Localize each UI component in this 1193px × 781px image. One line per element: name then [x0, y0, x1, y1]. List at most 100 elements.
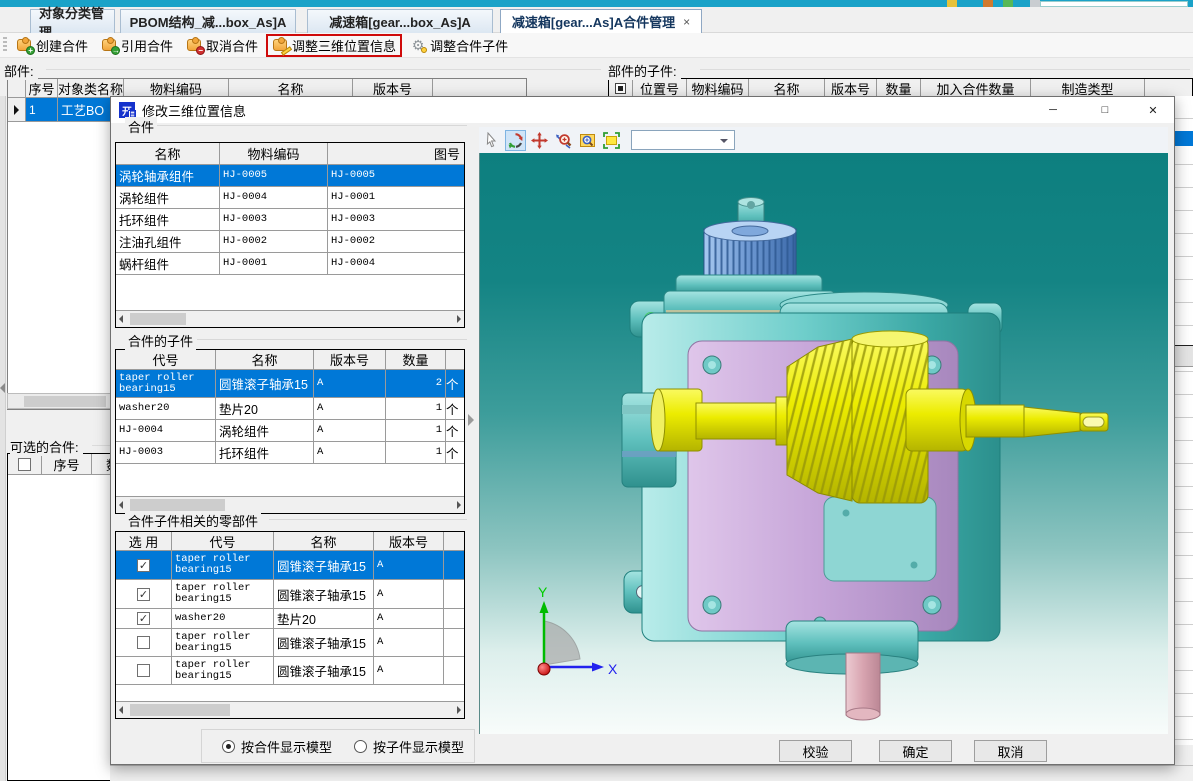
col-name[interactable]: 名称 [274, 532, 374, 550]
col-mfg-type[interactable]: 制造类型 [1031, 79, 1145, 97]
button-label: 创建合件 [36, 36, 88, 55]
table-row[interactable]: ✓ taper roller bearing15 圆锥滚子轴承15 A [116, 580, 464, 609]
table-row[interactable]: 涡轮组件 HJ-0004 HJ-0001 [116, 187, 464, 209]
col-qty[interactable]: 数量 [386, 350, 446, 369]
col-selected[interactable]: 选 用 [116, 532, 172, 550]
table-row[interactable]: HJ-0004 涡轮组件 A 1 个 [116, 420, 464, 442]
assembly-table-hscroll[interactable] [116, 310, 464, 327]
select-all-header[interactable] [8, 454, 42, 474]
adjust-3d-position-button[interactable]: 调整三维位置信息 [266, 34, 402, 57]
col-code[interactable]: 物料编码 [124, 79, 229, 97]
pan-view-button[interactable] [529, 130, 550, 151]
scroll-left-icon[interactable] [119, 315, 123, 323]
col-version[interactable]: 版本号 [314, 350, 386, 369]
zoom-dynamic-button[interactable] [553, 130, 574, 151]
tab-label: 减速箱[gear...box_As]A [329, 12, 471, 31]
tab-assembly-management[interactable]: 减速箱[gear...As]A合件管理 × [500, 9, 702, 33]
toolbar-grip[interactable] [3, 37, 7, 53]
related-parts-hscroll[interactable] [116, 701, 464, 718]
table-row[interactable]: ✓ washer20 垫片20 A [116, 609, 464, 629]
scroll-thumb[interactable] [130, 704, 230, 716]
col-code[interactable]: 代号 [172, 532, 274, 550]
table-row[interactable]: washer20 垫片20 A 1 个 [116, 398, 464, 420]
table-row[interactable]: taper roller bearing15 圆锥滚子轴承15 A [116, 629, 464, 657]
col-qty[interactable]: 数量 [877, 79, 921, 97]
radio-display-by-assembly[interactable] [222, 740, 235, 753]
close-button[interactable]: ✕ [1131, 97, 1175, 123]
checkbox[interactable]: ✓ [137, 588, 150, 601]
tab-gearbox[interactable]: 减速箱[gear...box_As]A [307, 9, 493, 33]
scroll-thumb[interactable] [24, 396, 106, 407]
reference-assembly-button[interactable]: → 引用合件 [96, 34, 178, 57]
minimize-button[interactable]: ─ [1031, 97, 1075, 123]
col-seq[interactable]: 序号 [42, 454, 92, 474]
bottom-boss [786, 621, 918, 720]
col-drawing-no[interactable]: 图号 [328, 143, 464, 164]
titlebar-icon-4[interactable] [1030, 0, 1040, 7]
row-selector-header [8, 79, 26, 97]
axis-triad: Y X [538, 584, 618, 677]
maximize-button[interactable]: □ [1083, 97, 1127, 123]
radio-display-by-child[interactable] [354, 740, 367, 753]
col-class[interactable]: 对象类名称 [58, 79, 124, 97]
scroll-left-icon[interactable] [119, 501, 123, 509]
col-position[interactable]: 位置号 [633, 79, 687, 97]
col-code[interactable]: 代号 [116, 350, 216, 369]
cancel-button[interactable]: 取消 [974, 740, 1047, 762]
col-name[interactable]: 名称 [216, 350, 314, 369]
scroll-thumb[interactable] [130, 313, 186, 325]
zoom-window-button[interactable] [577, 130, 598, 151]
col-version[interactable]: 版本号 [374, 532, 444, 550]
select-cursor-button[interactable] [481, 130, 502, 151]
radio-label: 按子件显示模型 [373, 737, 464, 756]
col-version[interactable]: 版本号 [825, 79, 877, 97]
collapse-left-arrow-icon[interactable] [0, 383, 5, 393]
checkbox[interactable] [137, 664, 150, 677]
rotate-view-button[interactable] [505, 130, 526, 151]
titlebar-icon-1[interactable] [947, 0, 957, 7]
scroll-left-icon[interactable] [119, 706, 123, 714]
col-seq[interactable]: 序号 [26, 79, 58, 97]
col-material-code[interactable]: 物料编码 [220, 143, 328, 164]
col-code[interactable]: 物料编码 [687, 79, 749, 97]
col-name[interactable]: 名称 [749, 79, 825, 97]
table-row[interactable]: ✓ taper roller bearing15 圆锥滚子轴承15 A [116, 551, 464, 580]
viewport-3d[interactable]: Y X [479, 153, 1168, 734]
table-row[interactable]: 注油孔组件 HJ-0002 HJ-0002 [116, 231, 464, 253]
ok-button[interactable]: 确定 [879, 740, 952, 762]
col-join-qty[interactable]: 加入合件数量 [921, 79, 1031, 97]
parts-section-label: 部件: [4, 61, 38, 80]
titlebar-icon-2[interactable] [983, 0, 993, 7]
scroll-right-icon[interactable] [457, 501, 461, 509]
scroll-thumb[interactable] [130, 499, 225, 511]
table-row[interactable]: taper roller bearing15 圆锥滚子轴承15 A [116, 657, 464, 685]
table-row[interactable]: taper roller bearing15 圆锥滚子轴承15 A 2 个 [116, 370, 464, 398]
checkbox[interactable]: ✓ [137, 559, 150, 572]
pink-shaft [846, 653, 880, 715]
checkbox[interactable] [137, 636, 150, 649]
dialog-title-bar[interactable]: 开自 修改三维位置信息 [111, 97, 1174, 123]
create-assembly-button[interactable]: + 创建合件 [11, 34, 93, 57]
cancel-assembly-button[interactable]: − 取消合件 [181, 34, 263, 57]
scroll-right-icon[interactable] [457, 706, 461, 714]
tab-object-classification[interactable]: 对象分类管理 [30, 9, 115, 33]
tab-close-icon[interactable]: × [683, 15, 690, 29]
scroll-right-icon[interactable] [457, 315, 461, 323]
view-preset-combobox[interactable] [631, 130, 735, 150]
table-row[interactable]: 涡轮轴承组件 HJ-0005 HJ-0005 [116, 165, 464, 187]
adjust-assembly-children-button[interactable]: 调整合件子件 [405, 34, 513, 57]
panel-splitter-arrow-icon[interactable] [468, 414, 474, 426]
zoom-fit-button[interactable] [601, 130, 622, 151]
tab-pbom-structure[interactable]: PBOM结构_减...box_As]A [120, 9, 296, 33]
col-name[interactable]: 名称 [116, 143, 220, 164]
table-row[interactable]: 蜗杆组件 HJ-0001 HJ-0004 [116, 253, 464, 275]
checkbox[interactable]: ✓ [137, 612, 150, 625]
table-row[interactable]: 托环组件 HJ-0003 HJ-0003 [116, 209, 464, 231]
app-logo-icon: 开自 [119, 102, 135, 118]
titlebar-icon-3[interactable] [1003, 0, 1013, 7]
verify-button[interactable]: 校验 [779, 740, 852, 762]
table-row[interactable]: HJ-0003 托环组件 A 1 个 [116, 442, 464, 464]
select-all-header[interactable] [609, 79, 633, 97]
col-version[interactable]: 版本号 [353, 79, 433, 97]
col-name[interactable]: 名称 [229, 79, 353, 97]
